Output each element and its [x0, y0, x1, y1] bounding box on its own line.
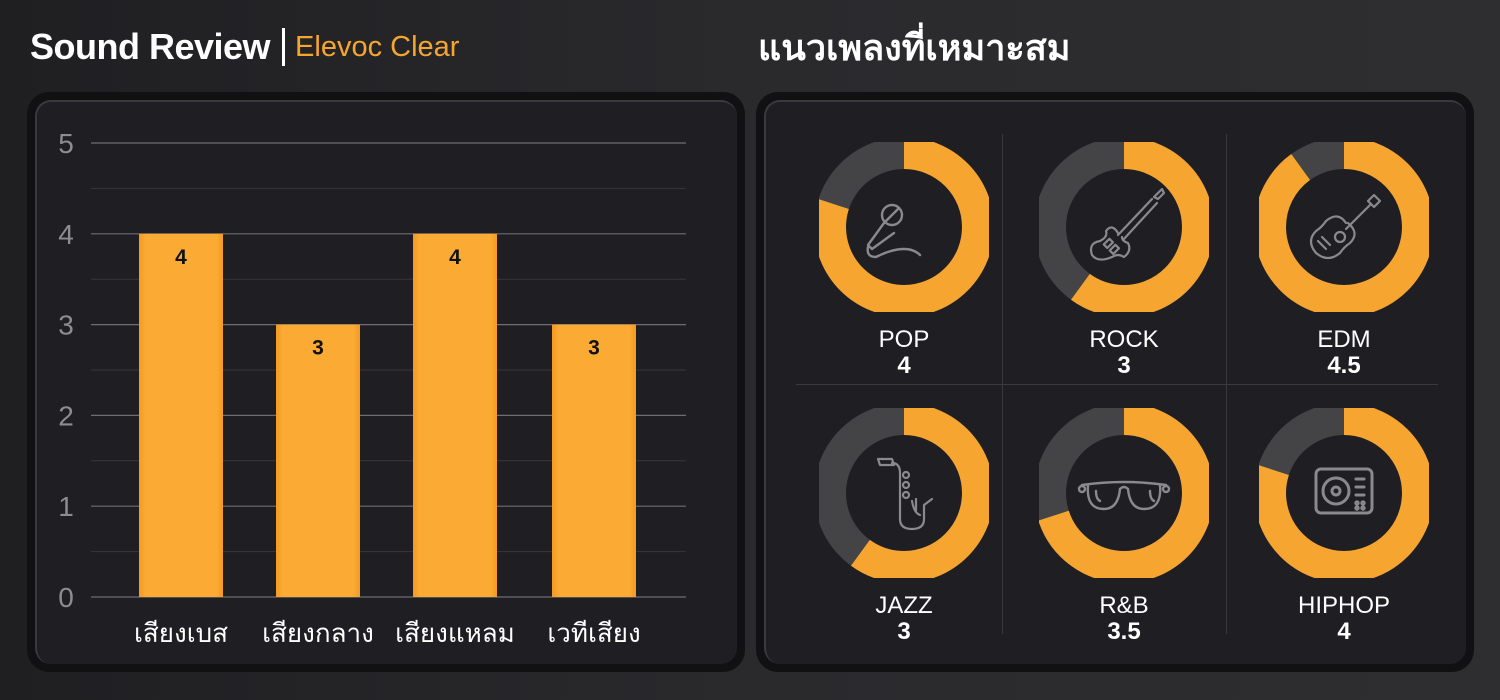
- genre-item: R&B 3.5: [1019, 398, 1229, 648]
- genre-donut: [1259, 142, 1429, 312]
- saxophone-icon: [876, 457, 934, 531]
- page-title: Sound Review Elevoc Clear: [30, 22, 459, 72]
- title-main: Sound Review: [30, 26, 271, 67]
- y-tick-label: 4: [58, 219, 74, 250]
- bar-data-label: 4: [449, 246, 461, 269]
- bar-data-label: 4: [175, 246, 187, 269]
- bar: [413, 233, 497, 598]
- microphone-icon: [866, 203, 922, 259]
- genre-item: POP 4: [799, 132, 1009, 382]
- electric-guitar-icon: [1089, 187, 1166, 261]
- genre-name: POP: [878, 326, 930, 353]
- y-tick-label: 0: [58, 582, 74, 613]
- genre-item: ROCK 3: [1019, 132, 1229, 382]
- genre-panel-inner: POP 4 ROCK 3 EDM 4.5 JAZZ 3 R&B 3.5 HIPHOP 4: [764, 100, 1466, 664]
- title-separator: [282, 28, 286, 66]
- title-product: Elevoc Clear: [295, 30, 460, 63]
- bar: [139, 233, 223, 598]
- genre-score: 4.5: [1327, 352, 1361, 379]
- sunglasses-icon: [1077, 480, 1171, 511]
- genre-donut: [1039, 408, 1209, 578]
- bar-chart: 0 1 2 3 4 5 4 เสียงเบส 3 เสียงกลาง 4 เสียงแหลม 3 เวที…: [58, 128, 686, 648]
- bar-chart-panel-inner: 0 1 2 3 4 5 4 เสียงเบส 3 เสียงกลาง 4 เสียงแหลม 3 เวที…: [35, 100, 737, 664]
- genre-score: 4: [897, 352, 911, 379]
- x-category-label: เวทีเสียง: [547, 618, 640, 648]
- genre-panel: POP 4 ROCK 3 EDM 4.5 JAZZ 3 R&B 3.5 HIPHOP 4: [756, 92, 1474, 672]
- genre-donut: [1039, 142, 1209, 312]
- x-category-label: เสียงกลาง: [262, 618, 374, 648]
- genre-score: 3.5: [1107, 618, 1141, 645]
- genre-section-title: แนวเพลงที่เหมาะสม: [758, 26, 1071, 68]
- y-tick-label: 3: [58, 310, 74, 341]
- turntable-icon: [1314, 467, 1374, 515]
- acoustic-guitar-icon: [1309, 193, 1382, 260]
- x-category-label: เสียงแหลม: [395, 618, 515, 648]
- genre-donut: [1259, 408, 1429, 578]
- genre-name: ROCK: [1089, 326, 1159, 353]
- bar: [552, 324, 636, 597]
- genre-score: 3: [897, 618, 911, 645]
- genre-item: EDM 4.5: [1239, 132, 1449, 382]
- genre-item: JAZZ 3: [799, 398, 1009, 648]
- bar-data-label: 3: [312, 337, 324, 360]
- genre-donut: [819, 142, 989, 312]
- y-tick-label: 5: [58, 128, 74, 159]
- genre-name: EDM: [1317, 326, 1371, 353]
- genre-name: JAZZ: [875, 592, 933, 619]
- y-tick-label: 2: [58, 400, 74, 431]
- genre-score: 3: [1117, 352, 1131, 379]
- genre-item: HIPHOP 4: [1239, 398, 1449, 648]
- genre-name: R&B: [1099, 592, 1149, 619]
- bar-data-label: 3: [588, 337, 600, 360]
- genre-name: HIPHOP: [1297, 592, 1390, 619]
- genre-donut: [819, 408, 989, 578]
- grid-divider: [796, 384, 1438, 385]
- donut-value-arc: [1259, 142, 1429, 312]
- genre-score: 4: [1337, 618, 1351, 645]
- bar-chart-panel: 0 1 2 3 4 5 4 เสียงเบส 3 เสียงกลาง 4 เสียงแหลม 3 เวที…: [27, 92, 745, 672]
- x-category-label: เสียงเบส: [134, 618, 228, 648]
- bar: [276, 324, 360, 597]
- y-tick-label: 1: [58, 491, 74, 522]
